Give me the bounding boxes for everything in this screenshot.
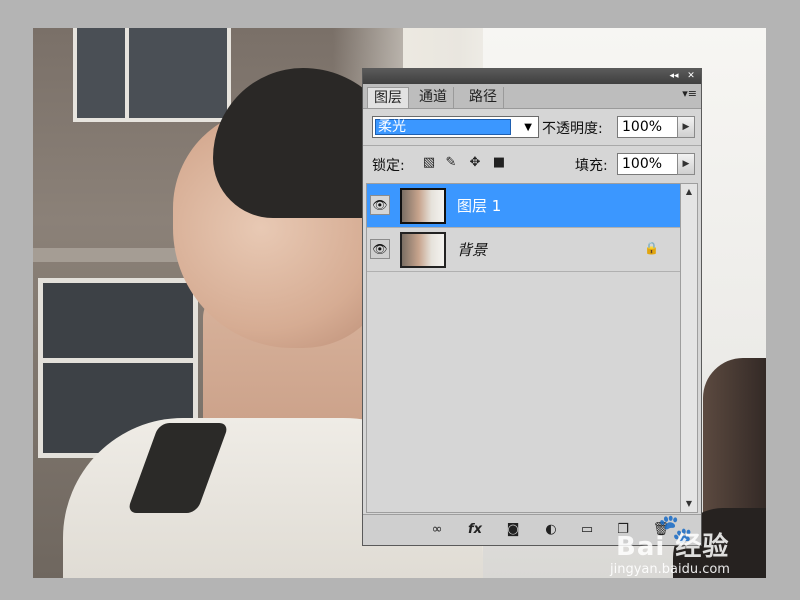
layer-name: 图层 1 [457,197,502,215]
panel-tabs: 图层 通道 路径 ▾≡ [363,84,701,109]
fill-label: 填充: [575,158,608,174]
panel-menu-icon[interactable]: ▾≡ [682,87,697,100]
divider [363,145,701,146]
layer-row-background[interactable]: 👁 背景 🔒 [367,228,681,272]
lock-position-move-icon[interactable]: ✥ [467,155,483,171]
photo-window-top [73,28,231,122]
collapse-icon[interactable]: ◂◂ [667,70,681,82]
blend-mode-select[interactable]: 柔光 ▼ [372,116,539,138]
adjustment-icon[interactable]: ◐ [541,521,561,539]
lock-all-icon[interactable]: ■ [491,155,507,171]
opacity-label: 不透明度: [542,121,603,137]
lock-transparency-icon[interactable]: ▧ [421,155,437,171]
watermark-url: jingyan.baidu.com [610,562,730,577]
layer-row-layer1[interactable]: 👁 图层 1 [367,184,681,228]
layers-list: 👁 图层 1 👁 背景 🔒 [366,183,682,513]
link-icon[interactable]: ∞ [427,521,447,539]
fill-slider-button[interactable]: ▶ [677,153,695,175]
layers-scrollbar[interactable]: ▲ ▼ [680,183,698,513]
opacity-slider-button[interactable]: ▶ [677,116,695,138]
layers-panel: ◂◂ ✕ 图层 通道 路径 ▾≡ 柔光 ▼ 不透明度: 100% ▶ 锁定: ▧… [362,68,702,546]
lock-label: 锁定: [372,158,405,174]
chevron-down-icon: ▼ [524,122,532,133]
lock-pixels-brush-icon[interactable]: ✎ [443,155,459,171]
scroll-down-icon[interactable]: ▼ [681,496,697,512]
blend-opacity-row: 柔光 ▼ 不透明度: 100% ▶ [363,112,701,142]
eye-icon[interactable]: 👁 [370,195,390,215]
eye-icon[interactable]: 👁 [370,239,390,259]
layer-thumbnail [400,232,446,268]
baidu-watermark: 🐾 Bai 经验 jingyan.baidu.com [610,512,790,582]
blend-mode-value: 柔光 [375,119,511,135]
opacity-input[interactable]: 100% [617,116,683,138]
tab-channels[interactable]: 通道 [413,87,454,108]
folder-icon[interactable]: ▭ [577,521,597,539]
fx-icon[interactable]: fx [465,521,485,539]
mask-icon[interactable]: ◙ [503,521,523,539]
watermark-logo: Bai 经验 [616,532,730,562]
fill-input[interactable]: 100% [617,153,683,175]
lock-icon: 🔒 [644,241,659,255]
tab-layers[interactable]: 图层 [367,87,409,108]
panel-titlebar[interactable]: ◂◂ ✕ [363,69,701,84]
close-icon[interactable]: ✕ [684,70,698,82]
lock-fill-row: 锁定: ▧ ✎ ✥ ■ 填充: 100% ▶ [363,149,701,179]
scroll-up-icon[interactable]: ▲ [681,184,697,200]
layer-thumbnail [400,188,446,224]
tab-paths[interactable]: 路径 [463,87,504,108]
layer-name: 背景 [457,241,488,259]
